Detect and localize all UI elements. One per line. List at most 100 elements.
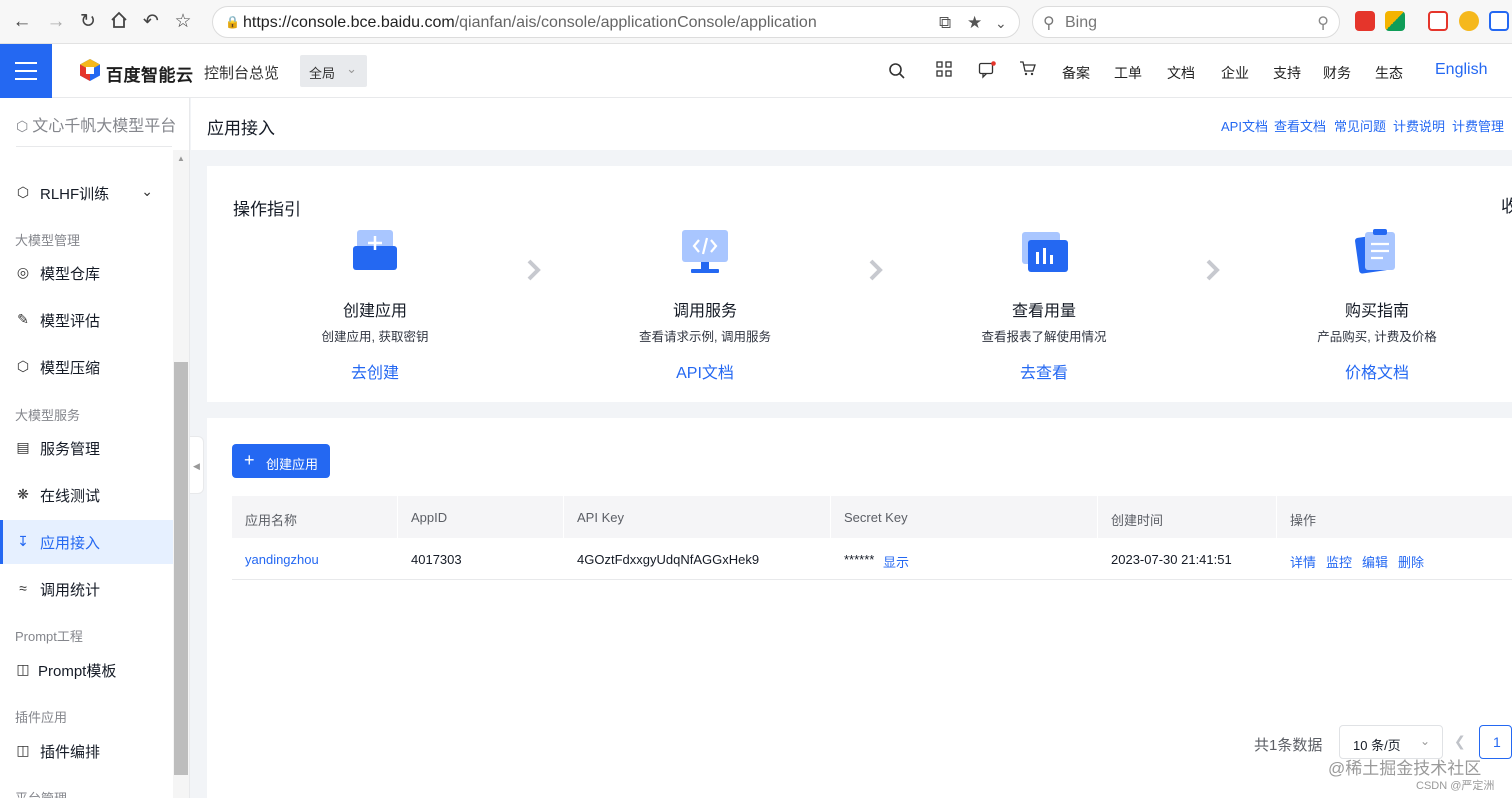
address-bar[interactable]: 🔒 https://console.bce.baidu.com/qianfan/… bbox=[212, 6, 1020, 38]
prev-page-icon[interactable]: ❮ bbox=[1454, 733, 1466, 750]
created-time-value: 2023-07-30 21:41:51 bbox=[1111, 552, 1232, 567]
console-home-link[interactable]: 控制台总览 bbox=[204, 62, 279, 83]
edit-link[interactable]: 编辑 bbox=[1362, 552, 1388, 571]
reload-icon[interactable]: ↻ bbox=[76, 10, 100, 34]
faq-link[interactable]: 常见问题 bbox=[1334, 116, 1386, 135]
details-link[interactable]: 详情 bbox=[1290, 552, 1316, 571]
nav-link-filing[interactable]: 备案 bbox=[1062, 63, 1090, 83]
column-header-api-key: API Key bbox=[577, 510, 624, 525]
guide-collapse-toggle[interactable]: 收 bbox=[1501, 192, 1512, 217]
undo-icon[interactable]: ↶ bbox=[139, 10, 163, 34]
back-icon[interactable]: ← bbox=[10, 10, 34, 34]
forward-icon[interactable]: → bbox=[44, 10, 68, 34]
guide-step-call-service: 调用服务 查看请求示例, 调用服务 API文档 bbox=[595, 226, 815, 383]
table-row: yandingzhou 4017303 4GOztFdxxgyUdqNfAGGx… bbox=[232, 538, 1512, 580]
step-desc: 创建应用, 获取密钥 bbox=[321, 330, 429, 344]
pagination-page-1[interactable]: 1 bbox=[1479, 725, 1512, 759]
column-divider bbox=[563, 496, 564, 538]
step-title: 查看用量 bbox=[1011, 303, 1076, 320]
search-submit-icon[interactable]: ⚲ bbox=[1317, 13, 1329, 33]
test-icon: ❋ bbox=[17, 486, 29, 502]
chevron-down-icon[interactable]: ⌄ bbox=[995, 15, 1007, 32]
url-text: https://console.bce.baidu.com/qianfan/ai… bbox=[243, 14, 817, 31]
page-header: 应用接入 API文档 查看文档 常见问题 计费说明 计费管理 bbox=[191, 98, 1512, 150]
plus-icon: + bbox=[244, 450, 255, 470]
go-view-link[interactable]: 去查看 bbox=[934, 359, 1154, 383]
nav-link-finance[interactable]: 财务 bbox=[1323, 63, 1351, 83]
pdf-extension-icon[interactable] bbox=[1428, 11, 1448, 31]
price-doc-link[interactable]: 价格文档 bbox=[1267, 359, 1487, 383]
cart-icon[interactable] bbox=[1019, 60, 1037, 78]
sidebar-item-model-eval[interactable]: ✎ 模型评估 bbox=[0, 298, 173, 342]
plugin-icon: ◫ bbox=[16, 742, 30, 758]
logo-text[interactable]: 百度智能云 bbox=[106, 61, 194, 86]
platform-logo-icon: ⬡ bbox=[16, 118, 29, 134]
api-key-value: 4GOztFdxxgyUdqNfAGGxHek9 bbox=[577, 552, 760, 567]
sidebar-item-service-management[interactable]: ▤ 服务管理 bbox=[0, 426, 173, 470]
sidebar-item-app-access[interactable]: ↧ 应用接入 bbox=[0, 520, 173, 564]
sidebar-item-plugin-orchestration[interactable]: ◫ 插件编排 bbox=[0, 729, 173, 773]
nav-link-enterprise[interactable]: 企业 bbox=[1221, 63, 1249, 83]
create-app-button[interactable]: + 创建应用 bbox=[232, 444, 330, 478]
sidebar-item-label: 应用接入 bbox=[40, 535, 101, 552]
sidebar-title[interactable]: ⬡ 文心千帆大模型平台 bbox=[16, 112, 176, 136]
sidebar-item-label: RLHF训练 bbox=[40, 186, 110, 203]
guide-step-purchase-guide: 购买指南 产品购买, 计费及价格 价格文档 bbox=[1267, 226, 1487, 383]
billing-info-link[interactable]: 计费说明 bbox=[1393, 116, 1445, 135]
moon-extension-icon[interactable] bbox=[1459, 11, 1479, 31]
api-doc-step-link[interactable]: API文档 bbox=[595, 359, 815, 383]
sidebar-item-model-compress[interactable]: ⬡ 模型压缩 bbox=[0, 345, 173, 389]
sidebar-collapse-handle[interactable]: ◀ bbox=[190, 436, 204, 494]
monitor-link[interactable]: 监控 bbox=[1326, 552, 1352, 571]
sidebar-item-call-stats[interactable]: ≈ 调用统计 bbox=[0, 567, 173, 611]
message-icon[interactable] bbox=[978, 61, 996, 79]
nav-link-docs[interactable]: 文档 bbox=[1167, 63, 1195, 83]
go-create-link[interactable]: 去创建 bbox=[265, 359, 485, 383]
extension-icon-red[interactable] bbox=[1355, 11, 1375, 31]
home-icon[interactable] bbox=[107, 10, 131, 34]
create-app-icon bbox=[349, 226, 401, 278]
region-select[interactable]: 全局 ⌄ bbox=[300, 55, 367, 87]
sidebar-item-label: 在线测试 bbox=[40, 488, 101, 505]
apps-grid-icon[interactable] bbox=[935, 61, 953, 79]
sidebar-scrollbar[interactable]: ▲ bbox=[173, 150, 189, 798]
scroll-up-icon[interactable]: ▲ bbox=[177, 154, 185, 163]
app-id-value: 4017303 bbox=[411, 552, 462, 567]
extension-icon-grid[interactable] bbox=[1385, 11, 1405, 31]
bookmark-star-icon[interactable]: ☆ bbox=[171, 10, 195, 34]
pagination-total: 共1条数据 bbox=[1254, 737, 1323, 754]
sidebar-item-online-test[interactable]: ❋ 在线测试 bbox=[0, 473, 173, 517]
nav-link-support[interactable]: 支持 bbox=[1273, 63, 1301, 83]
app-header: 百度智能云 控制台总览 全局 ⌄ 备案 工单 文档 企业 支持 财务 生态 En… bbox=[0, 44, 1512, 98]
column-divider bbox=[397, 496, 398, 538]
billing-management-link[interactable]: 计费管理 bbox=[1452, 116, 1504, 135]
delete-link[interactable]: 删除 bbox=[1398, 552, 1424, 571]
view-doc-link[interactable]: 查看文档 bbox=[1274, 116, 1326, 135]
page-title: 应用接入 bbox=[207, 119, 275, 138]
lock-icon: 🔒 bbox=[225, 15, 240, 29]
sidebar-item-label: 模型评估 bbox=[40, 313, 101, 330]
show-secret-link[interactable]: 显示 bbox=[883, 552, 909, 571]
column-header-secret-key: Secret Key bbox=[844, 510, 908, 525]
sidebar-item-prompt-template[interactable]: ◫ Prompt模板 bbox=[0, 648, 173, 692]
sidebar-item-rlhf[interactable]: ⬡ RLHF训练 ⌄ bbox=[0, 171, 173, 215]
menu-button[interactable] bbox=[0, 44, 52, 98]
browser-search-box[interactable]: ⚲ Bing ⚲ bbox=[1032, 6, 1340, 38]
sidebar: ⬡ 文心千帆大模型平台 ⬡ RLHF训练 ⌄ 大模型管理 ◎ 模型仓库 ✎ 模型评… bbox=[0, 98, 190, 798]
chevron-down-icon: ⌄ bbox=[1419, 734, 1430, 748]
page-size-value: 10 条/页 bbox=[1353, 738, 1401, 753]
scrollbar-thumb[interactable] bbox=[174, 362, 188, 775]
api-doc-link[interactable]: API文档 bbox=[1221, 116, 1268, 135]
language-switch[interactable]: English bbox=[1435, 61, 1487, 79]
sidebar-item-label: 插件编排 bbox=[40, 744, 101, 761]
column-divider bbox=[1097, 496, 1098, 538]
crop-extension-icon[interactable] bbox=[1489, 11, 1509, 31]
nav-link-ecosystem[interactable]: 生态 bbox=[1375, 63, 1403, 83]
search-icon[interactable] bbox=[888, 62, 906, 80]
favorite-icon[interactable]: ★ bbox=[967, 13, 982, 33]
app-name-link[interactable]: yandingzhou bbox=[245, 552, 319, 567]
sidebar-item-model-repo[interactable]: ◎ 模型仓库 bbox=[0, 251, 173, 295]
step-desc: 产品购买, 计费及价格 bbox=[1317, 330, 1437, 344]
share-icon[interactable]: ⧉ bbox=[939, 13, 951, 33]
nav-link-ticket[interactable]: 工单 bbox=[1114, 63, 1142, 83]
